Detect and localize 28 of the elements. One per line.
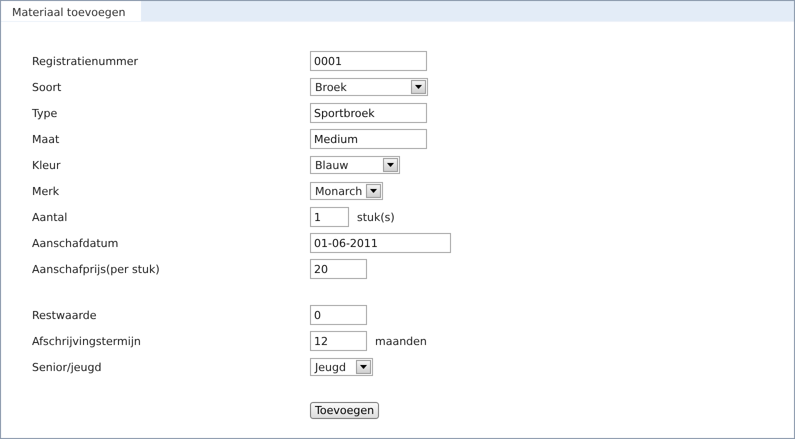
text-field[interactable]: 0	[310, 305, 367, 325]
field-label: Kleur	[32, 158, 62, 172]
field-label: Type	[32, 106, 58, 120]
unit-label: stuk(s)	[357, 210, 395, 224]
field-label: Maat	[32, 132, 60, 146]
field-label: Senior/jeugd	[32, 360, 102, 374]
text-field[interactable]: 1	[310, 207, 349, 227]
text-field[interactable]: 12	[310, 331, 367, 351]
dropdown[interactable]: Monarch	[310, 182, 383, 200]
field-label: Afschrijvingstermijn	[32, 334, 142, 348]
text-field[interactable]: 0001	[310, 51, 427, 71]
submit-button[interactable]: Toevoegen	[310, 402, 380, 419]
dropdown[interactable]: Jeugd	[310, 358, 373, 376]
field-label: Aantal	[32, 210, 68, 224]
tab[interactable]: Materiaal toevoegen	[1, 1, 141, 21]
text-field[interactable]: 01-06-2011	[310, 233, 451, 253]
text-field[interactable]: 20	[310, 259, 367, 279]
dropdown[interactable]: Broek	[310, 78, 428, 96]
field-label: Aanschafprijs(per stuk)	[32, 262, 161, 276]
dropdown[interactable]: Blauw	[310, 156, 400, 174]
field-label: Registratienummer	[32, 54, 140, 68]
field-label: Aanschafdatum	[32, 236, 120, 250]
field-label: Soort	[32, 80, 62, 94]
field-label: Restwaarde	[32, 308, 98, 322]
field-label: Merk	[32, 184, 60, 198]
unit-label: maanden	[375, 334, 427, 348]
text-field[interactable]: Sportbroek	[310, 103, 427, 123]
text-field[interactable]: Medium	[310, 129, 427, 149]
